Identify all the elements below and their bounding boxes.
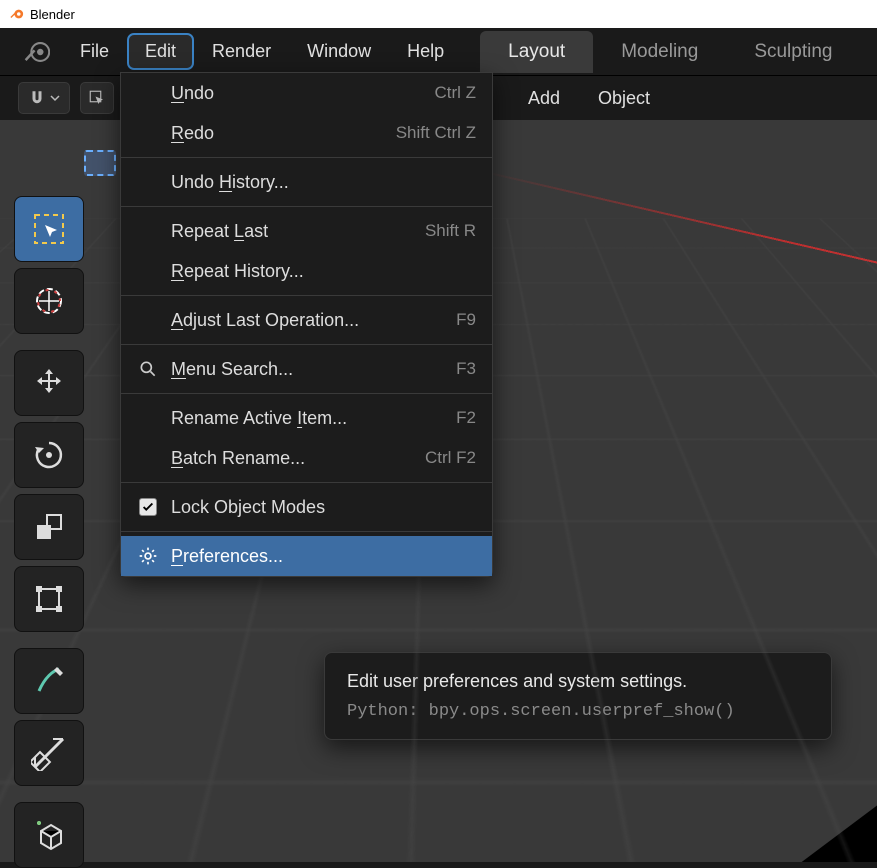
- scale-icon: [31, 509, 67, 545]
- tool-scale[interactable]: [14, 494, 84, 560]
- menu-item-undo[interactable]: Undo Ctrl Z: [121, 73, 492, 113]
- cursor-box-icon: [88, 89, 106, 107]
- move-icon: [31, 365, 67, 401]
- mode-button[interactable]: [80, 82, 114, 114]
- tool-annotate[interactable]: [14, 648, 84, 714]
- annotate-icon: [31, 663, 67, 699]
- workspace-tab-modeling[interactable]: Modeling: [593, 31, 726, 73]
- select-box-icon: [31, 211, 67, 247]
- menu-item-label: Rename Active Item...: [171, 408, 444, 429]
- menu-item-label: Preferences...: [171, 546, 476, 567]
- measure-icon: [31, 735, 67, 771]
- menu-separator: [121, 295, 492, 296]
- menu-item-label: Undo History...: [171, 172, 476, 193]
- add-menu[interactable]: Add: [514, 88, 574, 109]
- menu-item-label: Repeat Last: [171, 221, 413, 242]
- snap-dropdown[interactable]: [18, 82, 70, 114]
- topbar: FileEditRenderWindowHelp LayoutModelingS…: [0, 28, 877, 76]
- area-split-corner[interactable]: [799, 804, 877, 862]
- app-title: Blender: [30, 7, 75, 22]
- titlebar: Blender: [0, 0, 877, 28]
- menu-item-redo[interactable]: Redo Shift Ctrl Z: [121, 113, 492, 153]
- edit-menu-dropdown: Undo Ctrl Z Redo Shift Ctrl Z Undo History..…: [120, 72, 493, 577]
- menu-item-undo-history[interactable]: Undo History...: [121, 162, 492, 202]
- object-menu[interactable]: Object: [584, 88, 664, 109]
- menu-item-lock-object-modes[interactable]: Lock Object Modes: [121, 487, 492, 527]
- blender-logo-icon: [24, 39, 50, 65]
- menu-separator: [121, 157, 492, 158]
- tooltip-python: Python: bpy.ops.screen.userpref_show(): [347, 702, 809, 721]
- tool-toolbar: [14, 196, 84, 868]
- magnet-icon: [28, 89, 46, 107]
- menu-item-label: Redo: [171, 123, 384, 144]
- tool-measure[interactable]: [14, 720, 84, 786]
- menu-item-adjust-last-operation[interactable]: Adjust Last Operation... F9: [121, 300, 492, 340]
- menu-item-repeat-last[interactable]: Repeat Last Shift R: [121, 211, 492, 251]
- menu-item-shortcut: F9: [456, 310, 476, 330]
- menu-item-menu-search[interactable]: Menu Search... F3: [121, 349, 492, 389]
- chevron-down-icon: [50, 93, 60, 103]
- menu-item-shortcut: Ctrl F2: [425, 448, 476, 468]
- transform-icon: [31, 581, 67, 617]
- menu-help[interactable]: Help: [391, 35, 460, 68]
- tooltip-description: Edit user preferences and system setting…: [347, 671, 809, 692]
- checkbox-icon: [137, 496, 159, 518]
- rotate-icon: [31, 437, 67, 473]
- menu-item-shortcut: Shift Ctrl Z: [396, 123, 476, 143]
- menu-render[interactable]: Render: [196, 35, 287, 68]
- menu-separator: [121, 531, 492, 532]
- menu-item-shortcut: F2: [456, 408, 476, 428]
- menu-item-shortcut: Shift R: [425, 221, 476, 241]
- workspace-tab-layout[interactable]: Layout: [480, 31, 593, 73]
- tool-cursor[interactable]: [14, 268, 84, 334]
- menu-file[interactable]: File: [64, 35, 125, 68]
- menu-edit[interactable]: Edit: [129, 35, 192, 68]
- add-cube-icon: [31, 817, 67, 853]
- cursor3d-icon: [31, 283, 67, 319]
- menu-item-repeat-history[interactable]: Repeat History...: [121, 251, 492, 291]
- menu-separator: [121, 482, 492, 483]
- menu-item-label: Adjust Last Operation...: [171, 310, 444, 331]
- menu-item-preferences[interactable]: Preferences...: [121, 536, 492, 576]
- tool-move[interactable]: [14, 350, 84, 416]
- tool-transform[interactable]: [14, 566, 84, 632]
- tool-rotate[interactable]: [14, 422, 84, 488]
- menu-item-batch-rename[interactable]: Batch Rename... Ctrl F2: [121, 438, 492, 478]
- menubar: FileEditRenderWindowHelp: [64, 35, 460, 68]
- menu-item-shortcut: F3: [456, 359, 476, 379]
- search-icon: [137, 358, 159, 380]
- selection-gizmo: [84, 150, 116, 176]
- gear-icon: [137, 545, 159, 567]
- blender-icon: [10, 7, 24, 21]
- menu-item-label: Batch Rename...: [171, 448, 413, 469]
- menu-item-label: Repeat History...: [171, 261, 476, 282]
- tool-select-box[interactable]: [14, 196, 84, 262]
- tooltip: Edit user preferences and system setting…: [324, 652, 832, 740]
- menu-item-label: Lock Object Modes: [171, 497, 476, 518]
- menu-window[interactable]: Window: [291, 35, 387, 68]
- workspace-tab-sculpting[interactable]: Sculpting: [726, 31, 860, 73]
- menu-separator: [121, 393, 492, 394]
- menu-item-rename-active-item[interactable]: Rename Active Item... F2: [121, 398, 492, 438]
- menu-item-label: Menu Search...: [171, 359, 444, 380]
- tool-add-cube[interactable]: [14, 802, 84, 868]
- workspace-tabs: LayoutModelingSculpting: [480, 31, 860, 73]
- menu-item-shortcut: Ctrl Z: [434, 83, 476, 103]
- menu-item-label: Undo: [171, 83, 422, 104]
- menu-separator: [121, 344, 492, 345]
- menu-separator: [121, 206, 492, 207]
